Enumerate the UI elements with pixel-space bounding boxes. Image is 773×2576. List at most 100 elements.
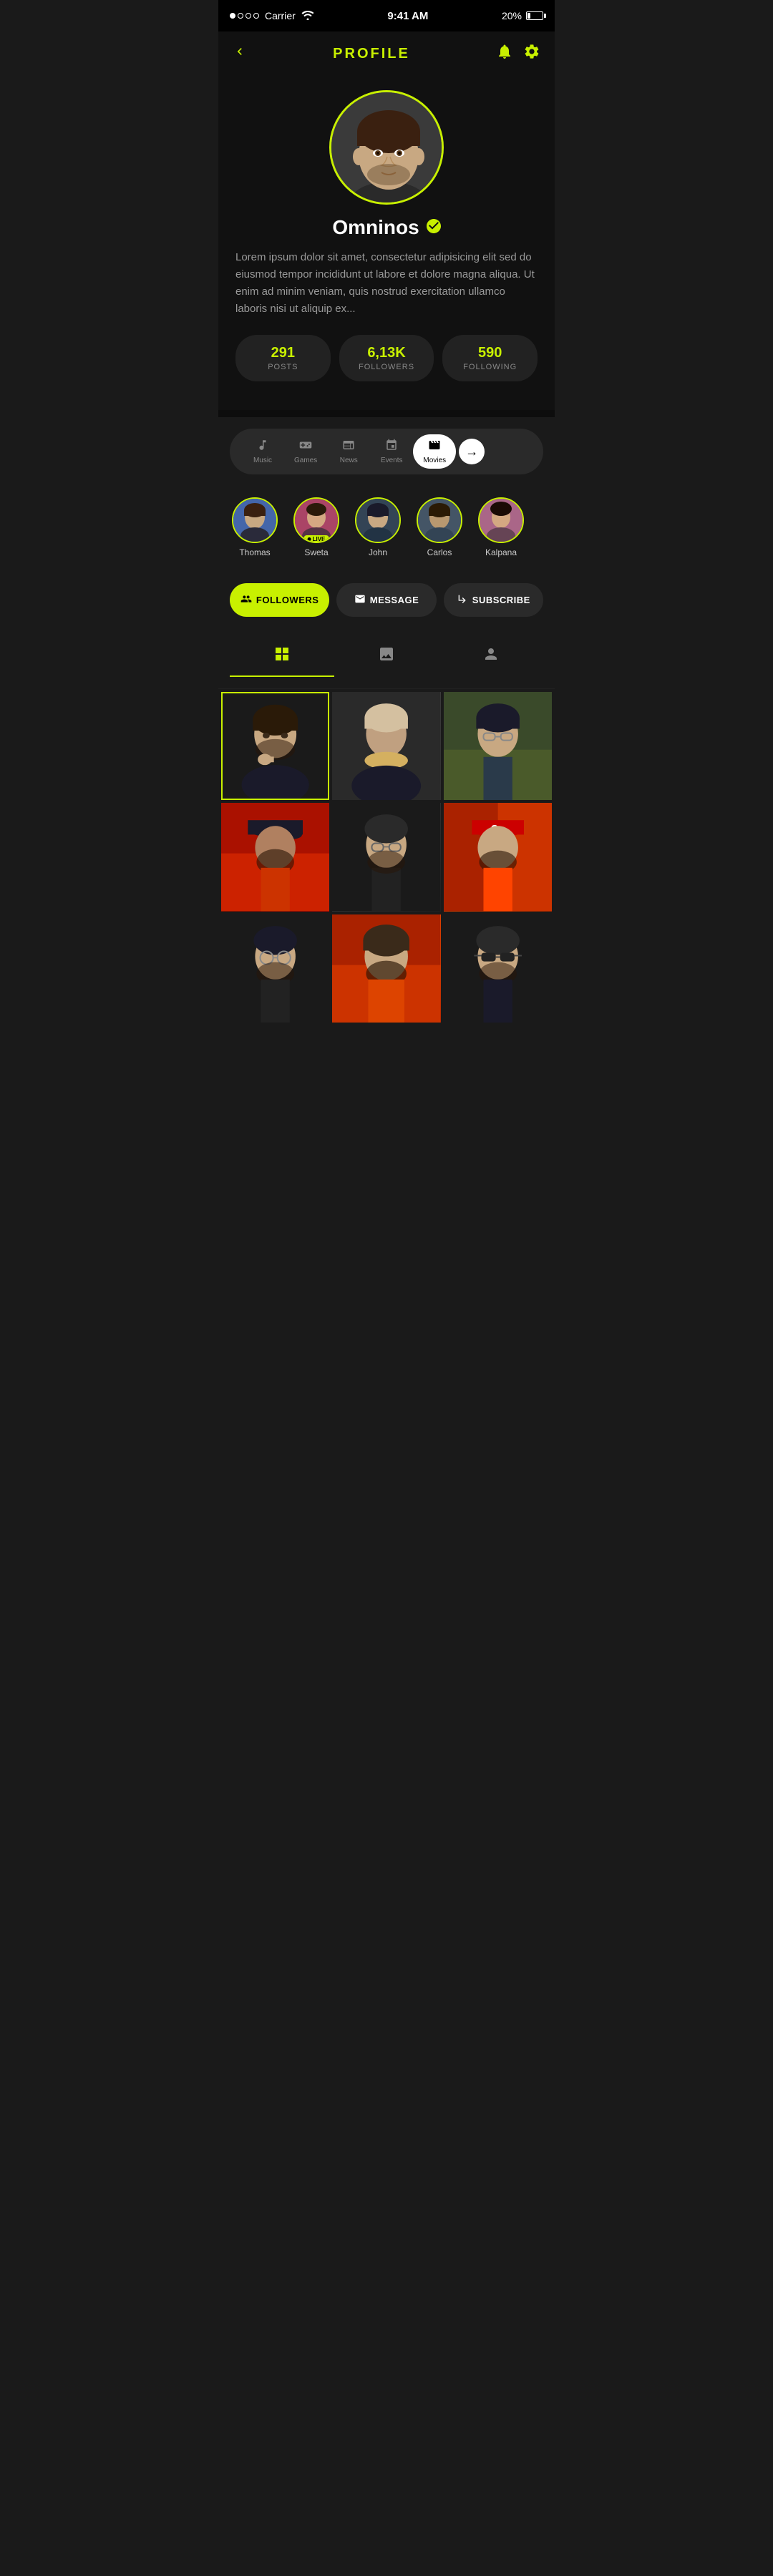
dot-1 [230,13,235,19]
back-button[interactable] [233,44,247,63]
profile-avatar [329,90,444,205]
story-name-kalpana: Kalpana [485,547,517,557]
kalpana-avatar-img [480,499,522,542]
view-grid-button[interactable] [230,637,334,677]
settings-gear-icon[interactable] [523,43,540,64]
profile-section: Omninos Lorem ipsum dolor sit amet, cons… [218,76,555,410]
tab-music[interactable]: Music [241,434,284,469]
signal-dots [230,13,259,19]
tab-movies[interactable]: Movies [413,434,456,469]
photo-item-3[interactable] [444,692,552,800]
story-carlos[interactable]: Carlos [414,497,465,557]
tab-events-label: Events [381,457,403,464]
photo-item-1[interactable] [221,692,329,800]
following-label: FOLLOWING [448,363,532,371]
story-avatar-kalpana [478,497,524,543]
story-sweta[interactable]: LIVE Sweta [291,497,341,557]
followers-button[interactable]: FOLLOWERS [230,583,329,617]
photo-item-5[interactable] [332,803,440,911]
tab-games-label: Games [294,457,317,464]
tabs-scroll: Music Games News [230,429,543,474]
story-name-sweta: Sweta [304,547,328,557]
story-avatar-carlos [417,497,462,543]
photo-item-8[interactable] [332,914,440,1023]
stories-scroll: Thomas LIVE Sweta [218,497,555,557]
posts-label: POSTS [241,363,325,371]
tab-news[interactable]: News [327,434,370,469]
message-button[interactable]: MESSAGE [336,583,436,617]
action-buttons: FOLLOWERS MESSAGE SUBSCRIBE [218,572,555,631]
avatar-image [331,92,442,203]
carlos-avatar-img [418,499,461,542]
tab-movies-label: Movies [423,457,446,464]
profile-bio: Lorem ipsum dolor sit amet, consectetur … [235,249,538,318]
story-name-john: John [369,547,387,557]
profile-username: Omninos [332,216,419,239]
subscribe-button[interactable]: SUBSCRIBE [444,583,543,617]
story-avatar-thomas [232,497,278,543]
wifi-icon [301,10,314,22]
story-avatar-john [355,497,401,543]
following-value: 590 [448,345,532,361]
thomas-avatar-img [233,499,276,542]
tabs-more-button[interactable]: → [459,439,485,464]
grid-view-icon [273,645,291,667]
carrier-label: Carrier [265,10,296,21]
view-person-button[interactable] [439,637,543,677]
stat-posts: 291 POSTS [235,335,331,381]
photo-item-9[interactable] [444,914,552,1023]
dot-4 [253,13,259,19]
tab-music-label: Music [253,457,272,464]
arrow-right-icon: → [465,444,478,459]
status-right: 20% [502,10,543,21]
tab-games[interactable]: Games [284,434,327,469]
live-badge-sweta: LIVE [304,535,329,543]
story-name-carlos: Carlos [427,547,452,557]
image-view-icon [378,645,395,667]
events-icon [385,439,398,455]
status-bar: Carrier 9:41 AM 20% [218,0,555,31]
games-icon [299,439,312,455]
stories-section: Thomas LIVE Sweta [218,486,555,572]
stats-row: 291 POSTS 6,13K FOLLOWERS 590 FOLLOWING [235,335,538,381]
profile-name-row: Omninos [332,216,440,239]
story-thomas[interactable]: Thomas [230,497,280,557]
battery-percent: 20% [502,10,522,21]
header-title: PROFILE [333,46,410,62]
photo-item-6[interactable]: C [444,803,552,911]
followers-btn-label: FOLLOWERS [256,595,319,605]
header: PROFILE [218,31,555,76]
photo-grid: C [218,689,555,1025]
posts-value: 291 [241,345,325,361]
followers-icon [240,593,252,607]
message-btn-label: MESSAGE [370,595,419,605]
subscribe-icon [457,593,468,607]
movies-icon [428,439,441,455]
photo-item-2[interactable] [332,692,440,800]
view-toggle [218,631,555,689]
stat-followers: 6,13K FOLLOWERS [339,335,434,381]
story-name-thomas: Thomas [239,547,270,557]
status-time: 9:41 AM [387,10,428,22]
story-avatar-sweta: LIVE [293,497,339,543]
live-dot [308,537,311,541]
news-icon [342,439,355,455]
tabs-section: Music Games News [218,417,555,486]
stat-following: 590 FOLLOWING [442,335,538,381]
view-image-button[interactable] [334,637,439,677]
photo-item-4[interactable] [221,803,329,911]
subscribe-btn-label: SUBSCRIBE [472,595,530,605]
person-view-icon [482,645,500,667]
verified-badge-icon [425,218,441,238]
dot-2 [238,13,243,19]
battery-fill [528,13,530,19]
story-john[interactable]: John [353,497,403,557]
battery-icon [526,11,543,20]
notification-bell-icon[interactable] [496,43,513,64]
status-left: Carrier [230,10,314,22]
tab-events[interactable]: Events [370,434,413,469]
followers-value: 6,13K [345,345,429,361]
story-kalpana[interactable]: Kalpana [476,497,526,557]
followers-label: FOLLOWERS [345,363,429,371]
photo-item-7[interactable] [221,914,329,1023]
